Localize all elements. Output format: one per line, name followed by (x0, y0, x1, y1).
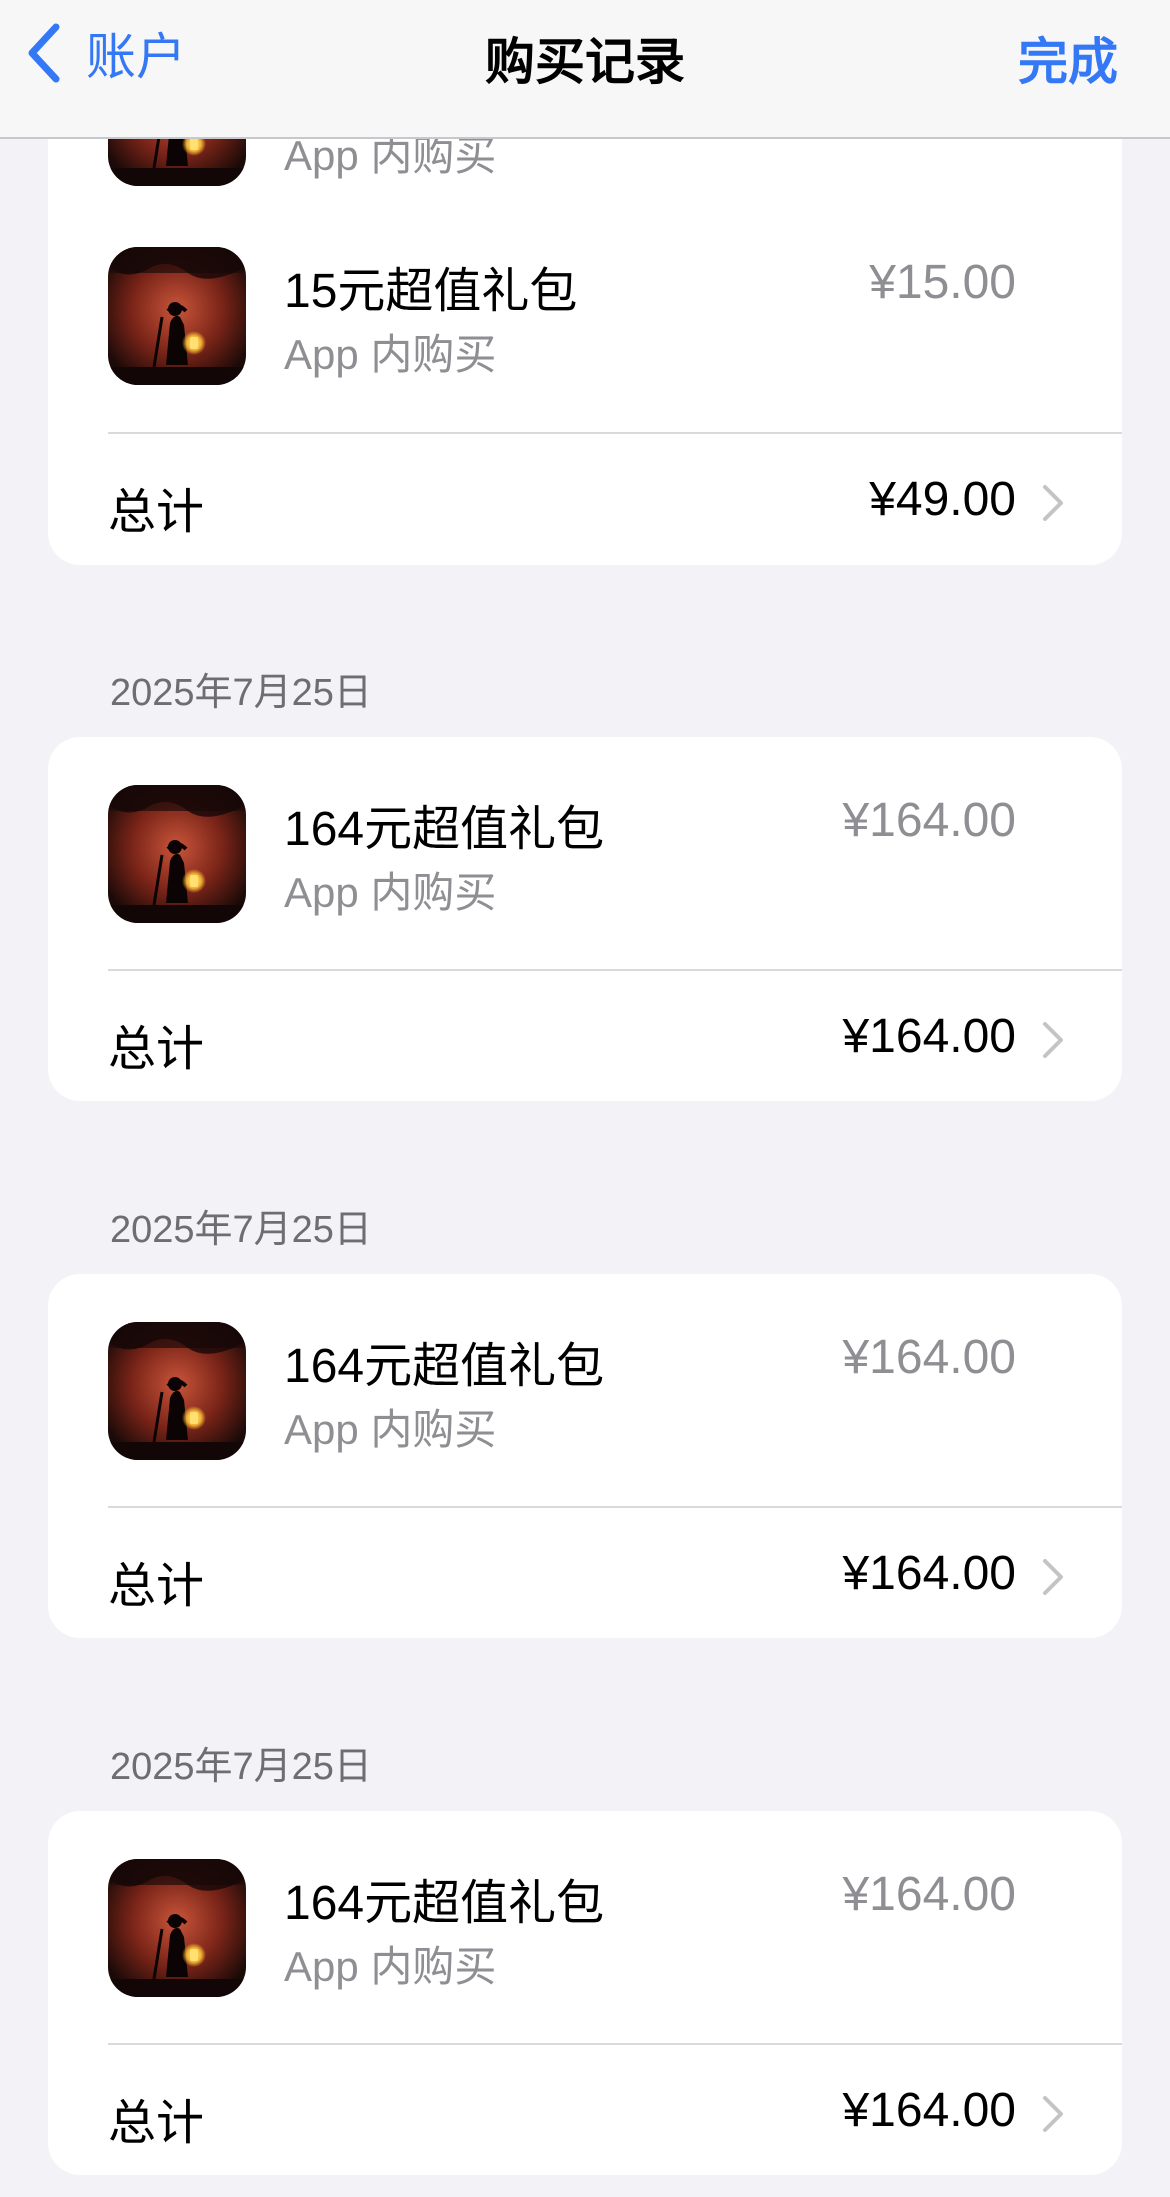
date-header: 2025年7月25日 (110, 1209, 372, 1251)
purchase-card: 164元超值礼包 App 内购买 ¥164.00 总计 ¥164.00 (48, 1811, 1122, 2175)
total-row[interactable]: 总计 ¥164.00 (48, 971, 1122, 1101)
chevron-right-icon (1043, 1559, 1063, 1595)
item-title: 15元超值礼包 (284, 265, 578, 318)
item-price: ¥164.00 (842, 1331, 1016, 1384)
item-subtitle: App 内购买 (284, 1943, 497, 1990)
date-header: 2025年7月25日 (110, 1746, 372, 1788)
purchase-item[interactable]: 164元超值礼包 App 内购买 ¥164.00 (48, 1859, 1122, 2049)
purchase-card: 164元超值礼包 App 内购买 ¥164.00 总计 ¥164.00 (48, 1274, 1122, 1638)
total-label: 总计 (108, 2097, 205, 2150)
purchase-history-screen: App 内购买 15元超值礼包 App 内购买 ¥15.00 总计 ¥49.00… (0, 0, 1170, 2197)
item-price: ¥164.00 (842, 794, 1016, 847)
item-subtitle: App 内购买 (284, 869, 497, 916)
total-value: ¥164.00 (842, 2084, 1016, 2137)
purchase-card: 164元超值礼包 App 内购买 ¥164.00 总计 ¥164.00 (48, 737, 1122, 1101)
chevron-right-icon (1043, 2096, 1063, 2132)
game-app-icon (108, 1859, 246, 1997)
purchase-card: App 内购买 15元超值礼包 App 内购买 ¥15.00 总计 ¥49.00 (48, 90, 1122, 565)
total-value: ¥49.00 (869, 473, 1016, 526)
item-title: 164元超值礼包 (284, 1877, 605, 1930)
done-button[interactable]: 完成 (1018, 22, 1118, 94)
total-value: ¥164.00 (842, 1547, 1016, 1600)
game-app-icon (108, 247, 246, 385)
item-price: ¥15.00 (869, 256, 1016, 309)
total-row[interactable]: 总计 ¥164.00 (48, 1508, 1122, 1638)
game-app-icon (108, 1322, 246, 1460)
item-title: 164元超值礼包 (284, 1340, 605, 1393)
item-subtitle: App 内购买 (284, 331, 497, 378)
purchase-item[interactable]: 164元超值礼包 App 内购买 ¥164.00 (48, 1322, 1122, 1512)
item-price: ¥164.00 (842, 1868, 1016, 1921)
chevron-right-icon (1043, 1022, 1063, 1058)
total-row[interactable]: 总计 ¥164.00 (48, 2045, 1122, 2175)
page-title: 购买记录 (485, 34, 685, 90)
total-label: 总计 (108, 1560, 205, 1613)
total-row[interactable]: 总计 ¥49.00 (48, 434, 1122, 564)
game-app-icon (108, 785, 246, 923)
navigation-bar: 账户 购买记录 完成 (0, 0, 1170, 139)
purchase-item[interactable]: 164元超值礼包 App 内购买 ¥164.00 (48, 785, 1122, 975)
purchase-list[interactable]: App 内购买 15元超值礼包 App 内购买 ¥15.00 总计 ¥49.00… (0, 0, 1170, 2197)
chevron-right-icon (1043, 485, 1063, 521)
item-title: 164元超值礼包 (284, 803, 605, 856)
item-subtitle: App 内购买 (284, 1406, 497, 1453)
total-label: 总计 (108, 486, 205, 539)
date-header: 2025年7月25日 (110, 672, 372, 714)
total-value: ¥164.00 (842, 1010, 1016, 1063)
total-label: 总计 (108, 1023, 205, 1076)
purchase-item[interactable]: 15元超值礼包 App 内购买 ¥15.00 (48, 247, 1122, 437)
